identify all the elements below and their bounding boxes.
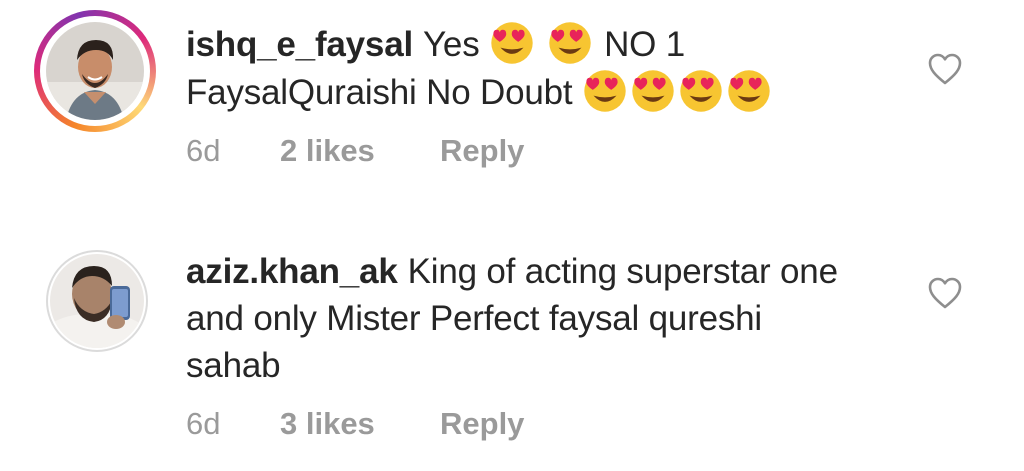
emoji-group-1	[480, 22, 605, 64]
avatar-story-ring[interactable]	[34, 10, 156, 132]
avatar-frame[interactable]	[46, 250, 148, 352]
username[interactable]: ishq_e_faysal	[186, 25, 413, 64]
likes-count[interactable]: 2 likes	[280, 133, 440, 169]
comment-text-part: Yes	[423, 25, 480, 64]
username[interactable]: aziz.khan_ak	[186, 252, 398, 291]
emoji-group-2	[572, 70, 774, 112]
comment-meta: 6d 2 likes Reply	[186, 133, 524, 169]
likes-count[interactable]: 3 likes	[280, 406, 440, 442]
reply-button[interactable]: Reply	[440, 133, 524, 169]
timestamp: 6d	[186, 133, 221, 168]
comment-text-part: NO 1	[604, 25, 685, 64]
avatar-inner	[40, 16, 150, 126]
comment-meta: 6d 3 likes Reply	[186, 406, 524, 442]
timestamp: 6d	[186, 406, 221, 441]
comment-text: aziz.khan_ak King of acting superstar one…	[186, 248, 846, 389]
heart-eyes-emoji	[680, 70, 722, 112]
heart-eyes-emoji	[632, 70, 674, 112]
avatar	[46, 22, 144, 120]
comment-text-part: FaysalQuraishi No Doubt	[186, 73, 573, 112]
heart-eyes-emoji	[728, 70, 770, 112]
heart-eyes-emoji	[548, 22, 591, 64]
heart-outline-icon[interactable]	[927, 276, 963, 310]
comment-text: ishq_e_faysal Yes NO 1 FaysalQuraishi No …	[186, 20, 846, 116]
heart-eyes-emoji	[584, 70, 626, 112]
heart-outline-icon[interactable]	[927, 52, 963, 86]
reply-button[interactable]: Reply	[440, 406, 524, 442]
avatar	[50, 254, 144, 348]
heart-eyes-emoji	[491, 22, 533, 64]
